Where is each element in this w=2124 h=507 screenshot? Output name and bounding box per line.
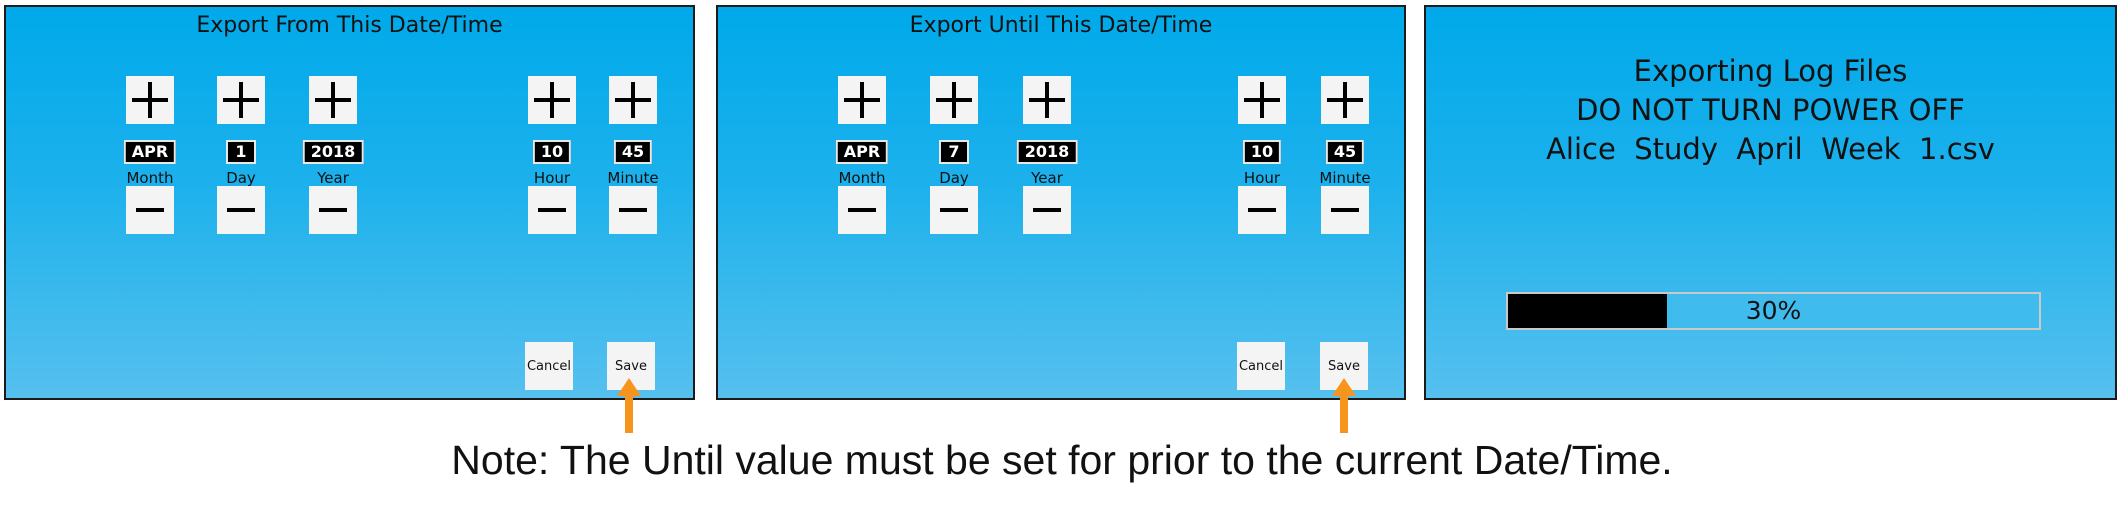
export-until-screen: Export Until This Date/Time APR Month 7 … (716, 5, 1406, 400)
export-from-screen: Export From This Date/Time APR Month 1 D… (4, 5, 695, 400)
minute-increment-button[interactable] (1321, 76, 1369, 124)
plus-icon (844, 82, 880, 118)
up-arrow-icon (1332, 378, 1356, 433)
month-label: Month (838, 169, 886, 187)
year-increment-button[interactable] (1023, 76, 1071, 124)
day-value[interactable]: 1 (226, 140, 256, 164)
cancel-button[interactable]: Cancel (525, 342, 573, 390)
screen-title: Export Until This Date/Time (909, 13, 1213, 38)
day-decrement-button[interactable] (217, 186, 265, 234)
plus-icon (315, 82, 351, 118)
minute-value[interactable]: 45 (613, 140, 653, 164)
plus-icon (1244, 82, 1280, 118)
day-increment-button[interactable] (930, 76, 978, 124)
month-value[interactable]: APR (835, 140, 889, 164)
month-increment-button[interactable] (126, 76, 174, 124)
day-label: Day (939, 169, 969, 187)
year-decrement-button[interactable] (309, 186, 357, 234)
minus-icon (227, 208, 255, 212)
exporting-heading: Exporting Log Files (1633, 54, 1908, 88)
month-decrement-button[interactable] (838, 186, 886, 234)
hour-value[interactable]: 10 (1242, 140, 1282, 164)
month-increment-button[interactable] (838, 76, 886, 124)
day-label: Day (226, 169, 256, 187)
plus-icon (615, 82, 651, 118)
power-warning: DO NOT TURN POWER OFF (1576, 93, 1965, 127)
month-value[interactable]: APR (123, 140, 177, 164)
minute-value[interactable]: 45 (1325, 140, 1365, 164)
screen-title: Export From This Date/Time (196, 13, 503, 38)
export-progress-bar: 30% (1506, 292, 2041, 330)
plus-icon (1029, 82, 1065, 118)
year-label: Year (317, 169, 349, 187)
hour-increment-button[interactable] (528, 76, 576, 124)
year-label: Year (1031, 169, 1063, 187)
minus-icon (1033, 208, 1061, 212)
day-increment-button[interactable] (217, 76, 265, 124)
minus-icon (319, 208, 347, 212)
minus-icon (136, 208, 164, 212)
minus-icon (619, 208, 647, 212)
hour-value[interactable]: 10 (532, 140, 572, 164)
minus-icon (940, 208, 968, 212)
caption-note: Note: The Until value must be set for pr… (451, 437, 1673, 483)
progress-percent: 30% (1745, 296, 1802, 325)
minute-decrement-button[interactable] (1321, 186, 1369, 234)
hour-decrement-button[interactable] (528, 186, 576, 234)
cancel-button[interactable]: Cancel (1237, 342, 1285, 390)
year-decrement-button[interactable] (1023, 186, 1071, 234)
plus-icon (534, 82, 570, 118)
day-decrement-button[interactable] (930, 186, 978, 234)
minute-decrement-button[interactable] (609, 186, 657, 234)
minute-label: Minute (607, 169, 659, 187)
minus-icon (1248, 208, 1276, 212)
minus-icon (848, 208, 876, 212)
hour-increment-button[interactable] (1238, 76, 1286, 124)
day-value[interactable]: 7 (939, 140, 969, 164)
export-filename: Alice Study April Week 1.csv (1546, 132, 1995, 166)
minute-label: Minute (1319, 169, 1371, 187)
month-decrement-button[interactable] (126, 186, 174, 234)
up-arrow-icon (617, 378, 641, 433)
plus-icon (223, 82, 259, 118)
year-increment-button[interactable] (309, 76, 357, 124)
plus-icon (936, 82, 972, 118)
year-value[interactable]: 2018 (1016, 140, 1078, 164)
plus-icon (1327, 82, 1363, 118)
hour-decrement-button[interactable] (1238, 186, 1286, 234)
minus-icon (1331, 208, 1359, 212)
plus-icon (132, 82, 168, 118)
exporting-screen: Exporting Log Files DO NOT TURN POWER OF… (1424, 5, 2117, 400)
year-value[interactable]: 2018 (302, 140, 364, 164)
minus-icon (538, 208, 566, 212)
minute-increment-button[interactable] (609, 76, 657, 124)
month-label: Month (126, 169, 174, 187)
